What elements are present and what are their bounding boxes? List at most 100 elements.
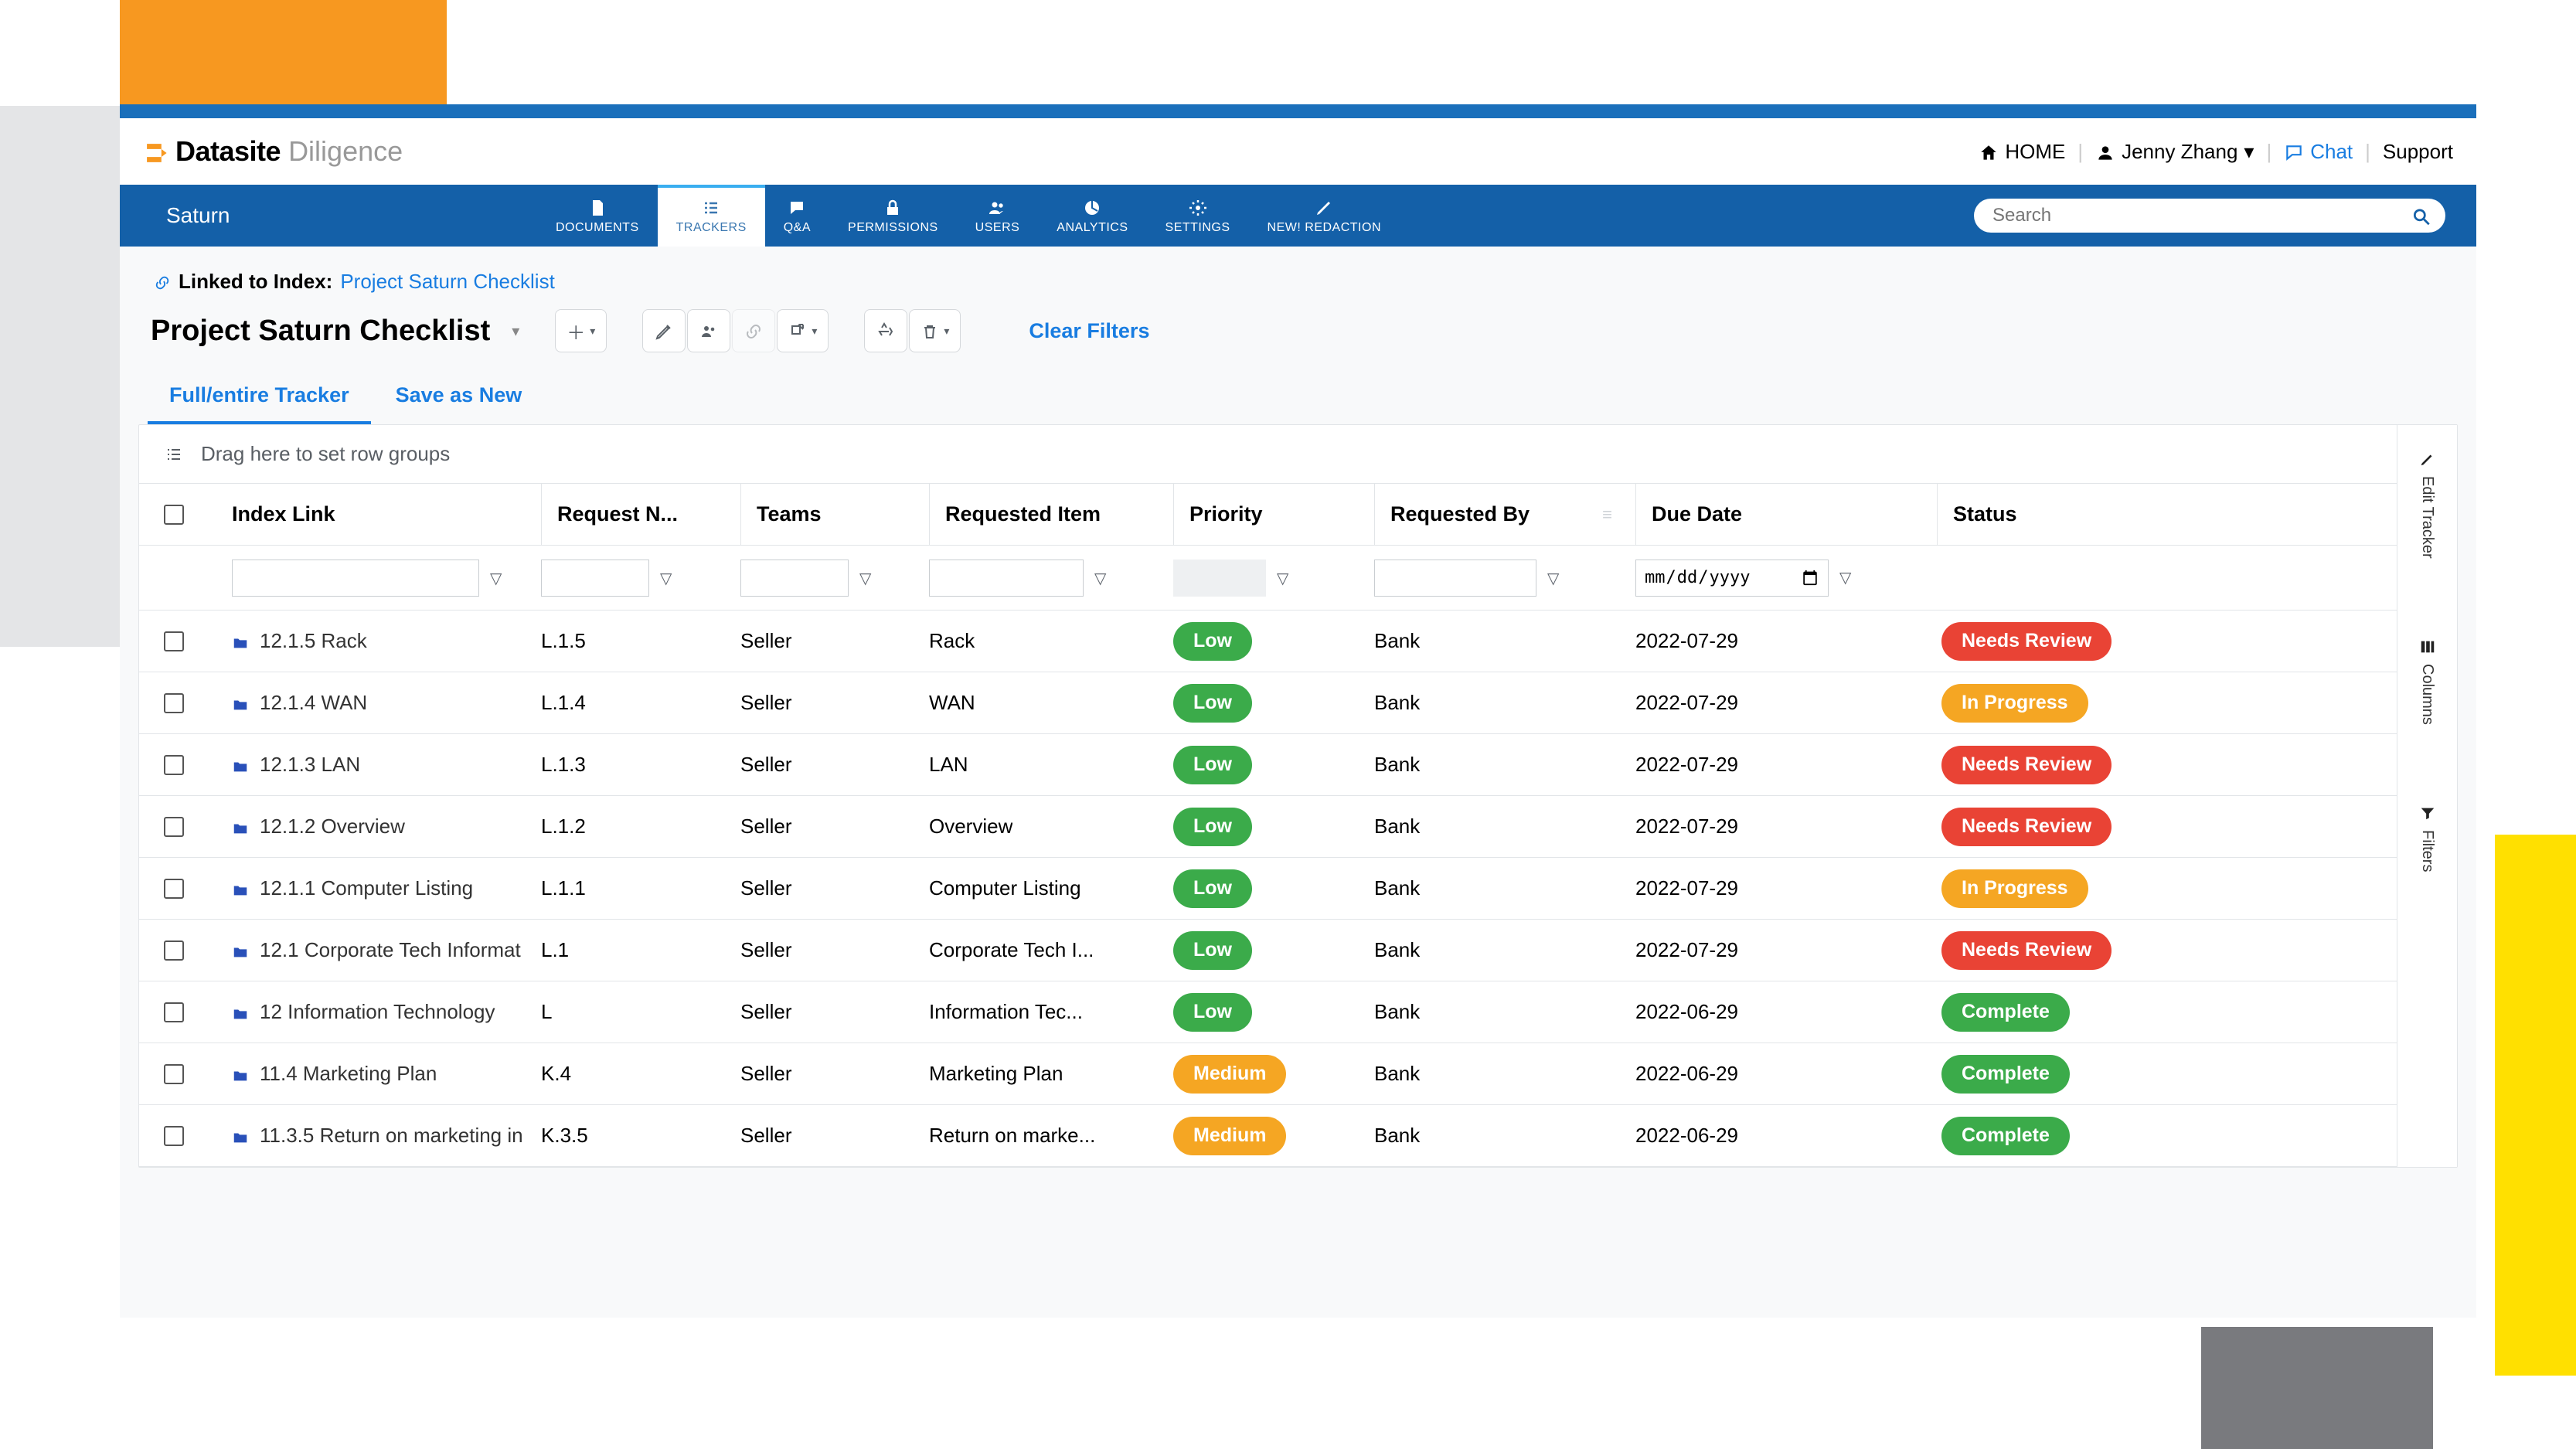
cell-teams: Seller bbox=[740, 1000, 929, 1024]
nav-label: TRACKERS bbox=[676, 221, 747, 235]
util-group: ▾ bbox=[864, 309, 961, 352]
row-checkbox[interactable] bbox=[164, 631, 184, 651]
hdr-priority[interactable]: Priority bbox=[1173, 484, 1374, 545]
hdr-reqname[interactable]: Request N... bbox=[541, 484, 740, 545]
row-checkbox[interactable] bbox=[164, 1126, 184, 1146]
nav-label: USERS bbox=[975, 221, 1020, 235]
cell-teams: Seller bbox=[740, 815, 929, 838]
tab-full-tracker[interactable]: Full/entire Tracker bbox=[169, 383, 349, 424]
filter-reqitem-input[interactable] bbox=[929, 560, 1084, 597]
edit-button[interactable] bbox=[642, 309, 686, 352]
filter-due-input[interactable] bbox=[1635, 560, 1829, 597]
filter-icon[interactable]: ▽ bbox=[1547, 570, 1559, 587]
row-checkbox[interactable] bbox=[164, 879, 184, 899]
side-tab-edit[interactable]: Edit Tracker bbox=[2418, 448, 2436, 559]
hdr-index[interactable]: Index Link bbox=[209, 484, 541, 545]
side-tab-columns[interactable]: Columns bbox=[2418, 636, 2436, 725]
recycle-button[interactable] bbox=[864, 309, 907, 352]
table-row[interactable]: 12.1 Corporate Tech InformatL.1SellerCor… bbox=[139, 920, 2397, 981]
tracker-title: Project Saturn Checklist bbox=[151, 315, 490, 348]
nav-redaction[interactable]: NEW! REDACTION bbox=[1249, 185, 1400, 247]
row-checkbox[interactable] bbox=[164, 940, 184, 961]
hdr-reqitem[interactable]: Requested Item bbox=[929, 484, 1173, 545]
filter-icon[interactable]: ▽ bbox=[1094, 570, 1106, 587]
index-link[interactable]: 12.1.5 Rack bbox=[260, 629, 367, 653]
index-link[interactable]: 12.1.4 WAN bbox=[260, 691, 367, 715]
cell-reqname: L.1.4 bbox=[541, 691, 740, 715]
export-button[interactable]: ▾ bbox=[777, 309, 829, 352]
hdr-status[interactable]: Status bbox=[1937, 484, 2397, 545]
assign-users-button[interactable] bbox=[687, 309, 730, 352]
index-link[interactable]: 12.1.2 Overview bbox=[260, 815, 405, 838]
nav-qa[interactable]: Q&A bbox=[765, 185, 829, 247]
priority-pill: Low bbox=[1173, 869, 1252, 908]
row-checkbox[interactable] bbox=[164, 1002, 184, 1022]
search-box bbox=[1974, 199, 2445, 233]
priority-pill: Low bbox=[1173, 808, 1252, 846]
table-row[interactable]: 12.1.1 Computer ListingL.1.1SellerComput… bbox=[139, 858, 2397, 920]
home-icon bbox=[1979, 140, 1999, 164]
filter-icon[interactable]: ▽ bbox=[859, 570, 871, 587]
filter-icon[interactable]: ▽ bbox=[1277, 570, 1288, 587]
table-row[interactable]: 11.3.5 Return on marketing inK.3.5Seller… bbox=[139, 1105, 2397, 1167]
side-tab-filters[interactable]: Filters bbox=[2418, 802, 2436, 872]
row-checkbox[interactable] bbox=[164, 1064, 184, 1084]
home-link[interactable]: HOME bbox=[1979, 140, 2065, 164]
nav-permissions[interactable]: PERMISSIONS bbox=[829, 185, 957, 247]
tab-save-as-new[interactable]: Save as New bbox=[396, 383, 522, 424]
chevron-down-icon: ▾ bbox=[2244, 140, 2254, 164]
priority-pill: Medium bbox=[1173, 1055, 1286, 1094]
cell-teams: Seller bbox=[740, 753, 929, 777]
table-row[interactable]: 12.1.2 OverviewL.1.2SellerOverviewLowBan… bbox=[139, 796, 2397, 858]
link-button[interactable] bbox=[732, 309, 775, 352]
folder-icon bbox=[232, 694, 249, 713]
index-link[interactable]: 12.1 Corporate Tech Informat bbox=[260, 938, 521, 962]
table-row[interactable]: 12.1.3 LANL.1.3SellerLANLowBank2022-07-2… bbox=[139, 734, 2397, 796]
title-dropdown[interactable]: ▾ bbox=[512, 321, 519, 341]
support-link[interactable]: Support bbox=[2383, 140, 2453, 164]
filter-reqname-input[interactable] bbox=[541, 560, 649, 597]
row-checkbox[interactable] bbox=[164, 817, 184, 837]
search-icon bbox=[2411, 204, 2431, 228]
row-checkbox[interactable] bbox=[164, 755, 184, 775]
table-rows: 12.1.5 RackL.1.5SellerRackLowBank2022-07… bbox=[139, 611, 2397, 1167]
hdr-due[interactable]: Due Date bbox=[1635, 484, 1937, 545]
linked-index-link[interactable]: Project Saturn Checklist bbox=[340, 270, 554, 294]
filter-icon[interactable]: ▽ bbox=[660, 570, 672, 587]
search-input[interactable] bbox=[1974, 199, 2445, 233]
nav-documents[interactable]: DOCUMENTS bbox=[537, 185, 658, 247]
table-row[interactable]: 12.1.5 RackL.1.5SellerRackLowBank2022-07… bbox=[139, 611, 2397, 672]
nav-settings[interactable]: SETTINGS bbox=[1147, 185, 1249, 247]
group-hint-bar[interactable]: Drag here to set row groups bbox=[139, 425, 2397, 484]
clear-filters-link[interactable]: Clear Filters bbox=[1029, 319, 1149, 343]
add-button[interactable]: ＋▾ bbox=[555, 309, 607, 352]
table-row[interactable]: 11.4 Marketing PlanK.4SellerMarketing Pl… bbox=[139, 1043, 2397, 1105]
chat-link[interactable]: Chat bbox=[2284, 140, 2353, 164]
filter-index-input[interactable] bbox=[232, 560, 479, 597]
user-menu[interactable]: Jenny Zhang ▾ bbox=[2095, 140, 2254, 164]
delete-button[interactable]: ▾ bbox=[909, 309, 961, 352]
row-checkbox[interactable] bbox=[164, 693, 184, 713]
nav-users[interactable]: USERS bbox=[957, 185, 1039, 247]
filter-icon[interactable]: ▽ bbox=[490, 570, 502, 587]
cell-reqby: Bank bbox=[1374, 753, 1635, 777]
hdr-teams[interactable]: Teams bbox=[740, 484, 929, 545]
index-link[interactable]: 12.1.1 Computer Listing bbox=[260, 876, 473, 900]
nav-analytics[interactable]: ANALYTICS bbox=[1038, 185, 1146, 247]
column-menu-icon[interactable]: ≡ bbox=[1602, 505, 1612, 525]
filter-teams-input[interactable] bbox=[740, 560, 849, 597]
index-link[interactable]: 11.4 Marketing Plan bbox=[260, 1062, 437, 1086]
nav-trackers[interactable]: TRACKERS bbox=[658, 185, 765, 247]
brand: Datasite Diligence bbox=[143, 135, 403, 168]
select-all-checkbox[interactable] bbox=[164, 505, 184, 525]
index-link[interactable]: 11.3.5 Return on marketing in bbox=[260, 1124, 523, 1148]
index-link[interactable]: 12.1.3 LAN bbox=[260, 753, 360, 777]
tabs-row: Full/entire Tracker Save as New bbox=[138, 383, 2458, 424]
filter-icon[interactable]: ▽ bbox=[1839, 570, 1851, 587]
index-link[interactable]: 12 Information Technology bbox=[260, 1000, 495, 1024]
table-row[interactable]: 12 Information TechnologyLSellerInformat… bbox=[139, 981, 2397, 1043]
filter-priority-input[interactable] bbox=[1173, 560, 1266, 597]
hdr-reqby[interactable]: Requested By≡ bbox=[1374, 484, 1635, 545]
filter-reqby-input[interactable] bbox=[1374, 560, 1536, 597]
table-row[interactable]: 12.1.4 WANL.1.4SellerWANLowBank2022-07-2… bbox=[139, 672, 2397, 734]
